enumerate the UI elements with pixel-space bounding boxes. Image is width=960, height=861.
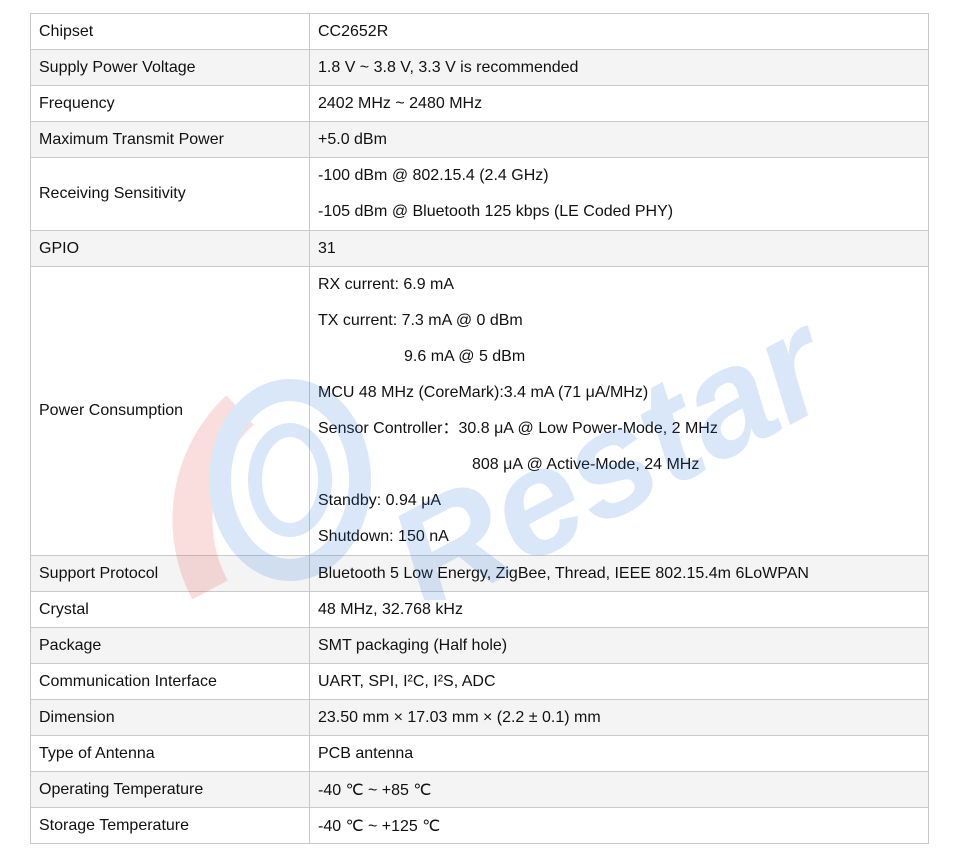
- spec-value-line: SMT packaging (Half hole): [318, 636, 508, 654]
- table-row: Supply Power Voltage 1.8 V ~ 3.8 V, 3.3 V…: [30, 49, 929, 86]
- spec-value-line: CC2652R: [318, 22, 389, 40]
- spec-value: UART, SPI, I²C, I²S, ADC: [309, 663, 929, 700]
- table-row: Storage Temperature -40 ℃ ~ +125 ℃: [30, 807, 929, 844]
- spec-label: GPIO: [30, 230, 310, 267]
- spec-value-line: 1.8 V ~ 3.8 V, 3.3 V is recommended: [318, 58, 579, 76]
- spec-value-line: -40 ℃ ~ +125 ℃: [318, 817, 441, 835]
- table-row: Communication Interface UART, SPI, I²C, I…: [30, 663, 929, 700]
- spec-label: Dimension: [30, 699, 310, 736]
- spec-value: Bluetooth 5 Low Energy, ZigBee, Thread, …: [309, 555, 929, 592]
- spec-value-line: 31: [318, 239, 336, 257]
- spec-label: Power Consumption: [30, 266, 310, 556]
- table-row: Dimension 23.50 mm × 17.03 mm × (2.2 ± 0.…: [30, 699, 929, 736]
- spec-value-line: Standby: 0.94 μA: [318, 492, 442, 509]
- spec-value-line: -40 ℃ ~ +85 ℃: [318, 781, 432, 799]
- spec-value-line: 48 MHz, 32.768 kHz: [318, 600, 463, 618]
- table-row: Package SMT packaging (Half hole): [30, 627, 929, 664]
- spec-value: -40 ℃ ~ +85 ℃: [309, 771, 929, 808]
- spec-value: 2402 MHz ~ 2480 MHz: [309, 85, 929, 122]
- spec-value-line: 808 μA @ Active-Mode, 24 MHz: [472, 456, 700, 473]
- spec-value-line: RX current: 6.9 mA: [318, 276, 455, 293]
- spec-value: -40 ℃ ~ +125 ℃: [309, 807, 929, 844]
- table-row: Chipset CC2652R: [30, 13, 929, 50]
- spec-value-line: UART, SPI, I²C, I²S, ADC: [318, 672, 496, 690]
- spec-value: -100 dBm @ 802.15.4 (2.4 GHz) -105 dBm @ …: [309, 157, 929, 231]
- spec-value: 48 MHz, 32.768 kHz: [309, 591, 929, 628]
- spec-value: PCB antenna: [309, 735, 929, 772]
- spec-label: Operating Temperature: [30, 771, 310, 808]
- table-row: Type of Antenna PCB antenna: [30, 735, 929, 772]
- spec-label: Chipset: [30, 13, 310, 50]
- spec-value-line: 9.6 mA @ 5 dBm: [404, 348, 526, 365]
- spec-value: 1.8 V ~ 3.8 V, 3.3 V is recommended: [309, 49, 929, 86]
- spec-value-line: TX current: 7.3 mA @ 0 dBm: [318, 312, 523, 329]
- table-row: Crystal 48 MHz, 32.768 kHz: [30, 591, 929, 628]
- table-row: Receiving Sensitivity -100 dBm @ 802.15.4…: [30, 157, 929, 231]
- spec-value-line: Bluetooth 5 Low Energy, ZigBee, Thread, …: [318, 564, 809, 582]
- spec-value: CC2652R: [309, 13, 929, 50]
- spec-value-line: PCB antenna: [318, 744, 414, 762]
- table-row: Frequency 2402 MHz ~ 2480 MHz: [30, 85, 929, 122]
- spec-table: Chipset CC2652R Supply Power Voltage 1.8 V …: [30, 13, 929, 844]
- spec-label: Frequency: [30, 85, 310, 122]
- spec-value: RX current: 6.9 mA TX current: 7.3 mA @ 0…: [309, 266, 929, 556]
- spec-value-line: Sensor Controller：30.8 μA @ Low Power-Mo…: [318, 420, 718, 437]
- spec-label: Package: [30, 627, 310, 664]
- spec-value-line: 23.50 mm × 17.03 mm × (2.2 ± 0.1) mm: [318, 708, 601, 726]
- spec-value: 31: [309, 230, 929, 267]
- table-row: Support Protocol Bluetooth 5 Low Energy, …: [30, 555, 929, 592]
- spec-label: Maximum Transmit Power: [30, 121, 310, 158]
- spec-value-line: 2402 MHz ~ 2480 MHz: [318, 94, 483, 112]
- spec-value-line: +5.0 dBm: [318, 130, 387, 148]
- table-row: Maximum Transmit Power +5.0 dBm: [30, 121, 929, 158]
- spec-value-line: Shutdown: 150 nA: [318, 528, 449, 545]
- spec-value-line: -105 dBm @ Bluetooth 125 kbps (LE Coded …: [318, 203, 674, 220]
- spec-label: Supply Power Voltage: [30, 49, 310, 86]
- table-row: GPIO 31: [30, 230, 929, 267]
- table-row: Operating Temperature -40 ℃ ~ +85 ℃: [30, 771, 929, 808]
- spec-label: Crystal: [30, 591, 310, 628]
- spec-label: Storage Temperature: [30, 807, 310, 844]
- spec-label: Receiving Sensitivity: [30, 157, 310, 231]
- spec-value: +5.0 dBm: [309, 121, 929, 158]
- spec-label: Communication Interface: [30, 663, 310, 700]
- spec-value: 23.50 mm × 17.03 mm × (2.2 ± 0.1) mm: [309, 699, 929, 736]
- spec-label: Support Protocol: [30, 555, 310, 592]
- table-row: Power Consumption RX current: 6.9 mA TX cu…: [30, 266, 929, 556]
- spec-value-line: -100 dBm @ 802.15.4 (2.4 GHz): [318, 167, 549, 184]
- spec-value: SMT packaging (Half hole): [309, 627, 929, 664]
- spec-value-line: MCU 48 MHz (CoreMark):3.4 mA (71 μA/MHz): [318, 384, 649, 401]
- spec-label: Type of Antenna: [30, 735, 310, 772]
